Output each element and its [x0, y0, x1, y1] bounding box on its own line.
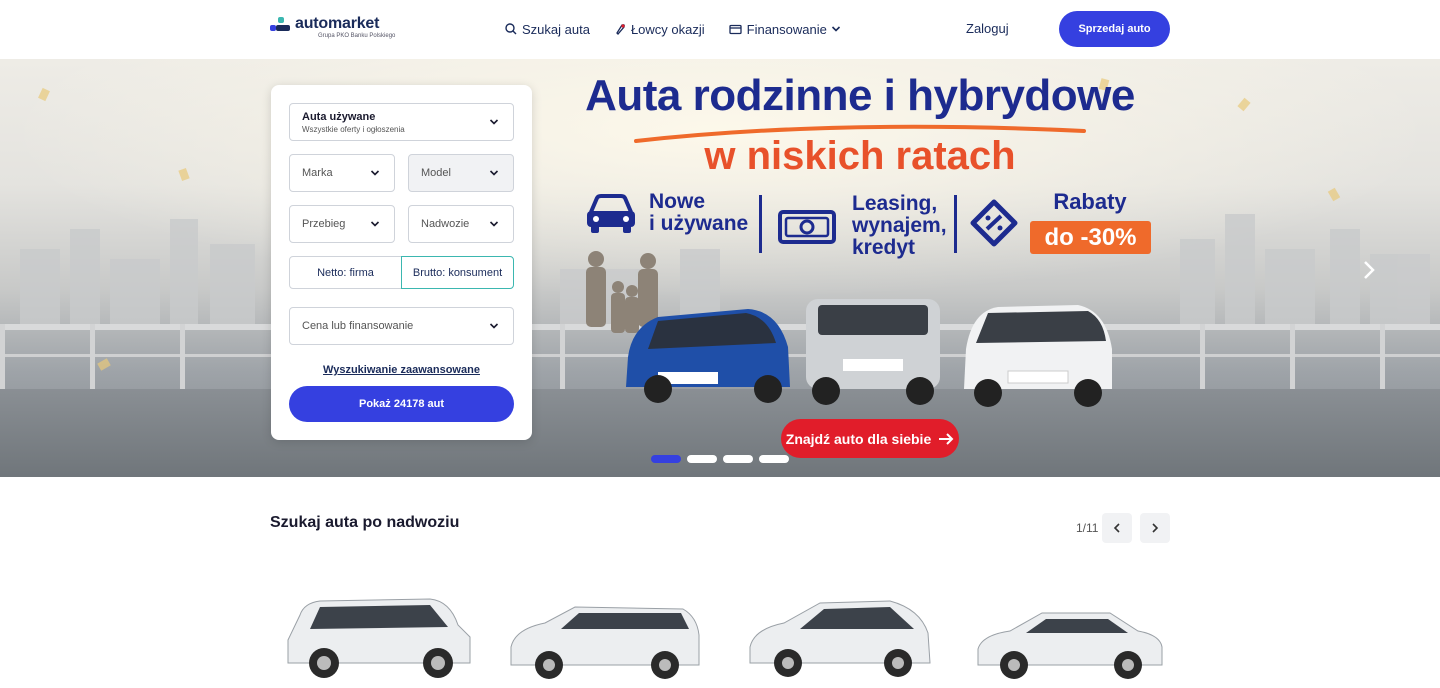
chevron-down-icon: [489, 119, 499, 125]
toggle-gross-consumer[interactable]: Brutto: konsument: [401, 256, 514, 289]
toggle-net-business[interactable]: Netto: firma: [289, 256, 402, 289]
hero-subtitle: w niskich ratach: [704, 134, 1016, 178]
main-nav: Szukaj auta Łowcy okazji Finansowanie: [505, 20, 865, 38]
pager-prev-button[interactable]: [1102, 513, 1132, 543]
pager-counter: 1/11: [1076, 521, 1099, 535]
silver-land-rover-image: [806, 299, 940, 405]
model-select[interactable]: Model: [408, 154, 514, 192]
body-type-select[interactable]: Nadwozie: [408, 205, 514, 243]
logo-subtitle: Grupa PKO Banku Polskiego: [318, 33, 396, 39]
chevron-down-icon: [489, 323, 499, 329]
section-title: Szukaj auta po nadwoziu: [270, 514, 460, 531]
nav-deal-hunters[interactable]: Łowcy okazji: [614, 20, 705, 38]
mileage-select[interactable]: Przebieg: [289, 205, 395, 243]
nav-search-label: Szukaj auta: [522, 21, 590, 37]
discount-tag-icon: [970, 199, 1018, 247]
price-placeholder: Cena lub finansowanie: [302, 320, 414, 332]
chevron-left-icon: [1113, 523, 1120, 533]
money-icon: [778, 210, 836, 244]
carousel-dot-2[interactable]: [687, 455, 717, 463]
category-select[interactable]: Auta używane Wszystkie oferty i ogłoszen…: [289, 103, 514, 141]
carousel-next-icon[interactable]: [1362, 259, 1376, 281]
feature-new-line1: Nowe: [649, 190, 706, 213]
nav-deals-label: Łowcy okazji: [630, 21, 705, 37]
site-header: automarket Grupa PKO Banku Polskiego Szu…: [0, 0, 1440, 59]
hero-title: Auta rodzinne i hybrydowe: [585, 71, 1135, 120]
make-placeholder: Marka: [302, 167, 333, 179]
mileage-placeholder: Przebieg: [302, 218, 346, 230]
body-type-suv-image[interactable]: [280, 585, 480, 680]
logo-mark-icon: [270, 17, 290, 37]
feature-financing-line2: wynajem,: [852, 214, 947, 237]
chevron-down-icon: [831, 26, 840, 32]
carousel-dot-3[interactable]: [723, 455, 753, 463]
category-main-label: Auta używane: [302, 110, 376, 123]
find-car-cta-button[interactable]: Znajdź auto dla siebie: [781, 419, 959, 458]
feature-financing: Leasing, wynajem, kredyt: [778, 193, 947, 259]
carousel-dots: [651, 455, 795, 463]
logo-name: automarket: [295, 15, 380, 32]
login-link[interactable]: Zaloguj: [966, 21, 1009, 36]
search-icon: [505, 23, 517, 35]
feature-financing-line1: Leasing,: [852, 192, 938, 215]
chevron-right-icon: [1152, 523, 1159, 533]
feature-new-line2: i używane: [649, 212, 749, 235]
chevron-down-icon: [489, 170, 499, 176]
carousel-dot-4[interactable]: [759, 455, 789, 463]
rocket-icon: [616, 23, 625, 35]
hero-banner[interactable]: Auta rodzinne i hybrydowe w niskich rata…: [0, 59, 1440, 477]
wallet-icon: [728, 24, 742, 34]
blue-skoda-image: [626, 309, 790, 403]
body-type-sedan-image[interactable]: [970, 585, 1170, 680]
body-type-placeholder: Nadwozie: [421, 218, 470, 230]
nav-search-cars[interactable]: Szukaj auta: [505, 20, 590, 38]
white-peugeot-image: [964, 305, 1112, 407]
chevron-down-icon: [370, 170, 380, 176]
feature-new-used: Nowe i używane: [585, 191, 748, 235]
sell-car-button[interactable]: Sprzedaj auto: [1059, 11, 1170, 47]
nav-financing[interactable]: Finansowanie: [728, 20, 841, 38]
discount-badge: do -30%: [1030, 221, 1151, 254]
feature-financing-line3: kredyt: [852, 236, 916, 259]
show-results-button[interactable]: Pokaż 24178 aut: [289, 386, 514, 422]
make-select[interactable]: Marka: [289, 154, 395, 192]
discount-label: Rabaty: [1053, 189, 1127, 214]
chevron-down-icon: [370, 221, 380, 227]
car-icon: [587, 194, 635, 233]
nav-financing-label: Finansowanie: [746, 21, 827, 37]
body-type-hatchback-image[interactable]: [740, 585, 940, 680]
cta-label: Znajdź auto dla siebie: [785, 430, 932, 447]
feature-divider: [954, 195, 957, 253]
model-placeholder: Model: [421, 167, 451, 179]
category-sub-label: Wszystkie oferty i ogłoszenia: [302, 124, 405, 134]
carousel-dot-1[interactable]: [651, 455, 681, 463]
chevron-down-icon: [489, 221, 499, 227]
price-select[interactable]: Cena lub finansowanie: [289, 307, 514, 345]
body-type-wagon-image[interactable]: [505, 585, 705, 680]
advanced-search-link[interactable]: Wyszukiwanie zaawansowane: [271, 364, 532, 376]
feature-divider: [759, 195, 762, 253]
arrow-right-icon: [939, 432, 954, 445]
pager-next-button[interactable]: [1140, 513, 1170, 543]
automarket-logo[interactable]: automarket Grupa PKO Banku Polskiego: [270, 16, 395, 42]
